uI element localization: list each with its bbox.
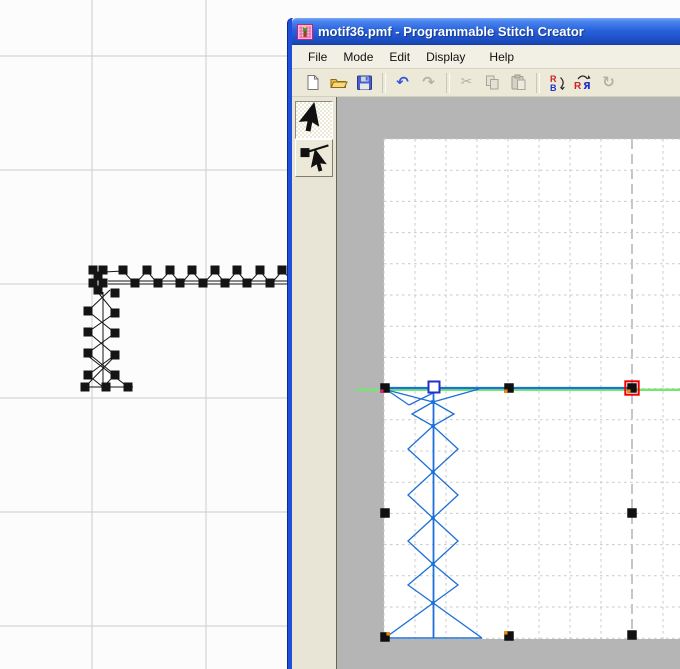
save-button[interactable]: [353, 71, 376, 94]
motif-stitch-point: [111, 309, 120, 318]
motif-stitch-point: [233, 266, 242, 275]
svg-text:R: R: [574, 81, 582, 92]
cut-icon: ✂: [461, 73, 473, 92]
rotate-button: ↻: [597, 71, 620, 94]
copy-icon: [483, 73, 502, 92]
menu-help[interactable]: Help: [481, 47, 522, 67]
motif-stitch-point: [119, 266, 128, 275]
motif-stitch-point: [143, 266, 152, 275]
title-bar[interactable]: motif36.pmf - Programmable Stitch Creato…: [292, 18, 680, 45]
motif-stitch-point: [188, 266, 197, 275]
motif-stitch-point: [131, 279, 140, 288]
client-area: [292, 97, 680, 669]
toolbar-separator: [446, 73, 450, 93]
psc-window: motif36.pmf - Programmable Stitch Creato…: [288, 18, 680, 669]
toolbar: ↶↷✂RBRЯ↻: [292, 69, 680, 97]
stitch-node-dot[interactable]: [431, 601, 435, 605]
copy-button: [481, 71, 504, 94]
menu-file[interactable]: File: [300, 47, 335, 67]
motif-stitch-point: [94, 286, 103, 295]
paste-button: [507, 71, 530, 94]
motif-stitch-point: [102, 383, 111, 392]
save-icon: [355, 73, 374, 92]
handle-mid-right[interactable]: [627, 508, 637, 518]
new-button[interactable]: [301, 71, 324, 94]
motif-stitch-point: [84, 307, 93, 316]
handle-mid-left[interactable]: [380, 508, 390, 518]
selected-node-square[interactable]: [429, 382, 440, 393]
motif-stitch-point: [111, 329, 120, 338]
mirror-horizontal-icon: RЯ: [573, 73, 592, 92]
motif-stitch-point: [81, 383, 90, 392]
window-title: motif36.pmf - Programmable Stitch Creato…: [318, 24, 584, 39]
motif-stitch-point: [243, 279, 252, 288]
open-button[interactable]: [327, 71, 350, 94]
redo-icon: ↷: [422, 73, 435, 92]
stitch-edit-canvas[interactable]: [338, 97, 680, 669]
menu-bar: File Mode Edit Display Help: [292, 45, 680, 69]
toolbar-separator: [536, 73, 540, 93]
new-document-icon: [303, 73, 322, 92]
undo-icon: ↶: [396, 73, 409, 92]
menu-display[interactable]: Display: [418, 47, 473, 67]
cursor-arrow-icon: [296, 102, 332, 138]
motif-stitch-point: [111, 351, 120, 360]
stitch-node-dot[interactable]: [431, 562, 435, 566]
stitch-creator-app-icon: [297, 24, 313, 40]
motif-stitch-point: [84, 349, 93, 358]
menu-mode[interactable]: Mode: [335, 47, 381, 67]
motif-stitch-point: [111, 289, 120, 298]
motif-stitch-point: [278, 266, 287, 275]
mirror-vertical-icon: RB: [547, 73, 566, 92]
motif-stitch-point: [111, 371, 120, 380]
screen: motif36.pmf - Programmable Stitch Creato…: [0, 0, 680, 669]
motif-stitch-point: [124, 383, 133, 392]
motif-stitch-point: [176, 279, 185, 288]
motif-stitch-point: [84, 328, 93, 337]
motif-stitch-point: [166, 266, 175, 275]
mirror-horizontal-button[interactable]: RЯ: [571, 71, 594, 94]
menu-edit[interactable]: Edit: [381, 47, 418, 67]
cut-button: ✂: [455, 71, 478, 94]
svg-text:B: B: [550, 83, 557, 92]
svg-text:Я: Я: [583, 81, 591, 92]
edit-point-tool[interactable]: [295, 139, 333, 177]
edit-point-icon: [296, 140, 332, 176]
canvas-viewport[interactable]: [338, 97, 680, 669]
select-tool[interactable]: [295, 101, 333, 139]
handle-accent: [627, 389, 630, 392]
toolbar-separator: [382, 73, 386, 93]
tool-palette: [292, 97, 338, 669]
handle-accent: [386, 632, 389, 635]
mirror-vertical-button[interactable]: RB: [545, 71, 568, 94]
motif-stitch-point: [266, 279, 275, 288]
stitch-node-dot[interactable]: [431, 516, 435, 520]
motif-stitch-point: [211, 266, 220, 275]
motif-stitch-point: [221, 279, 230, 288]
handle-bottom-right[interactable]: [627, 630, 637, 640]
rotate-icon: ↻: [602, 73, 615, 92]
stitch-node-dot[interactable]: [431, 400, 435, 404]
motif-stitch-point: [199, 279, 208, 288]
stitch-node-dot[interactable]: [431, 424, 435, 428]
undo-button[interactable]: ↶: [391, 71, 414, 94]
motif-stitch-point: [256, 266, 265, 275]
open-folder-icon: [329, 73, 348, 92]
motif-stitch-point: [154, 279, 163, 288]
paste-icon: [509, 73, 528, 92]
redo-button: ↷: [417, 71, 440, 94]
stitch-node-dot[interactable]: [431, 470, 435, 474]
handle-accent: [504, 631, 507, 634]
handle-accent: [504, 389, 507, 392]
motif-stitch-point: [84, 371, 93, 380]
handle-accent: [380, 389, 383, 392]
